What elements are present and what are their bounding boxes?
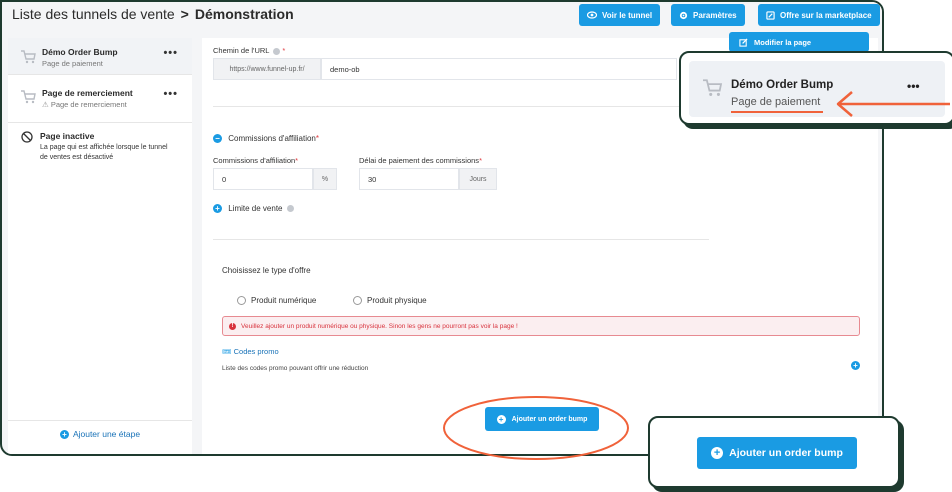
url-prefix: https://www.funnel-up.fr/ (213, 58, 321, 80)
error-icon: ! (229, 322, 236, 330)
view-tunnel-button[interactable]: Voir le tunnel (579, 4, 661, 26)
sale-limit-toggle[interactable]: + Limite de vente (213, 204, 294, 214)
arrow-icon (836, 91, 950, 117)
warning-icon: ⚠ (42, 100, 49, 109)
more-menu-icon[interactable]: ••• (163, 47, 178, 59)
promo-codes-title[interactable]: 🎟 Codes promo (222, 347, 279, 356)
settings-button[interactable]: Paramètres (671, 4, 745, 26)
settings-label: Paramètres (693, 10, 737, 20)
gear-icon (679, 11, 688, 19)
sidebar-item-inactive[interactable]: Page inactive La page qui est affichée l… (8, 131, 192, 163)
radio-physical[interactable]: Produit physique (353, 296, 427, 306)
info-icon (286, 205, 294, 213)
error-message: Veuillez ajouter un produit numérique ou… (241, 322, 518, 330)
commission-unit: % (313, 168, 337, 190)
plus-icon: + (59, 430, 69, 439)
breadcrumb-separator: > (180, 6, 189, 22)
page-card-subtitle: Page de paiement (731, 96, 821, 108)
delay-input[interactable]: 30 (359, 168, 459, 190)
ticket-icon: 🎟 (222, 347, 232, 356)
delay-label: Délai de paiement des commissions* (359, 156, 482, 165)
sidebar-item-subtitle: La page qui est affichée lorsque le tunn… (40, 144, 168, 161)
edit-page-button[interactable]: Modifier la page (729, 32, 869, 52)
marketplace-icon (766, 10, 775, 20)
sidebar-item-order-bump[interactable]: Démo Order Bump Page de paiement ••• (8, 47, 192, 68)
sidebar-item-subtitle: Page de paiement (42, 59, 103, 68)
sidebar-item-thanks[interactable]: Page de remerciement ⚠ Page de remerciem… (8, 88, 192, 109)
url-input[interactable]: demo-ob (321, 58, 677, 80)
marketplace-button[interactable]: Offre sur la marketplace (758, 4, 880, 26)
subtitle-underline (731, 111, 823, 113)
button-callout: + Ajouter un order bump (648, 416, 900, 488)
header: Liste des tunnels de vente > Démonstration… (2, 2, 882, 30)
view-tunnel-label: Voir le tunnel (602, 10, 653, 20)
page-card-title: Démo Order Bump (731, 79, 834, 91)
minus-circle-icon: − (213, 134, 222, 144)
radio-button[interactable] (353, 296, 362, 306)
sidebar-item-title: Page inactive (40, 131, 95, 141)
add-promo-button[interactable]: + (851, 357, 860, 375)
add-order-bump-button-zoom[interactable]: + Ajouter un order bump (697, 437, 857, 469)
commission-input[interactable]: 0 (213, 168, 313, 190)
error-alert: ! Veuillez ajouter un produit numérique … (222, 316, 860, 336)
radio-button[interactable] (237, 296, 246, 306)
divider (213, 106, 709, 107)
marketplace-label: Offre sur la marketplace (780, 10, 872, 20)
offer-type-label: Choisissez le type d'offre (222, 266, 311, 275)
radio-digital[interactable]: Produit numérique (237, 296, 316, 306)
plus-circle-icon: + (851, 361, 860, 371)
breadcrumb-parent[interactable]: Liste des tunnels de vente (12, 6, 175, 22)
plus-icon: + (711, 447, 724, 459)
breadcrumb-current: Démonstration (194, 6, 294, 22)
info-icon (273, 47, 281, 55)
plus-circle-icon: + (213, 204, 222, 214)
commission-label: Commissions d'affiliation* (213, 156, 299, 165)
eye-icon (587, 11, 597, 19)
sidebar: Démo Order Bump Page de paiement ••• Pag… (8, 38, 192, 454)
add-order-bump-label: Ajouter un order bump (729, 447, 843, 459)
edit-icon (739, 37, 748, 47)
divider (8, 122, 192, 123)
highlight-ellipse (443, 396, 629, 460)
divider (8, 420, 192, 421)
edit-page-label: Modifier la page (754, 37, 812, 47)
divider (213, 239, 709, 240)
url-label: Chemin de l'URL * (213, 46, 286, 55)
sidebar-item-subtitle: ⚠ Page de remerciement (42, 100, 127, 109)
promo-codes-desc: Liste des codes promo pouvant offrir une… (222, 365, 369, 372)
delay-unit: Jours (459, 168, 497, 190)
add-step-label: Ajouter une étape (72, 429, 141, 439)
divider (8, 74, 192, 75)
add-step-button[interactable]: + Ajouter une étape (8, 429, 192, 439)
breadcrumb: Liste des tunnels de vente > Démonstration (12, 6, 294, 22)
cart-icon (703, 79, 723, 96)
more-menu-icon[interactable]: ••• (163, 88, 178, 100)
affiliation-toggle[interactable]: − Commissions d'affiliation* (213, 134, 319, 144)
